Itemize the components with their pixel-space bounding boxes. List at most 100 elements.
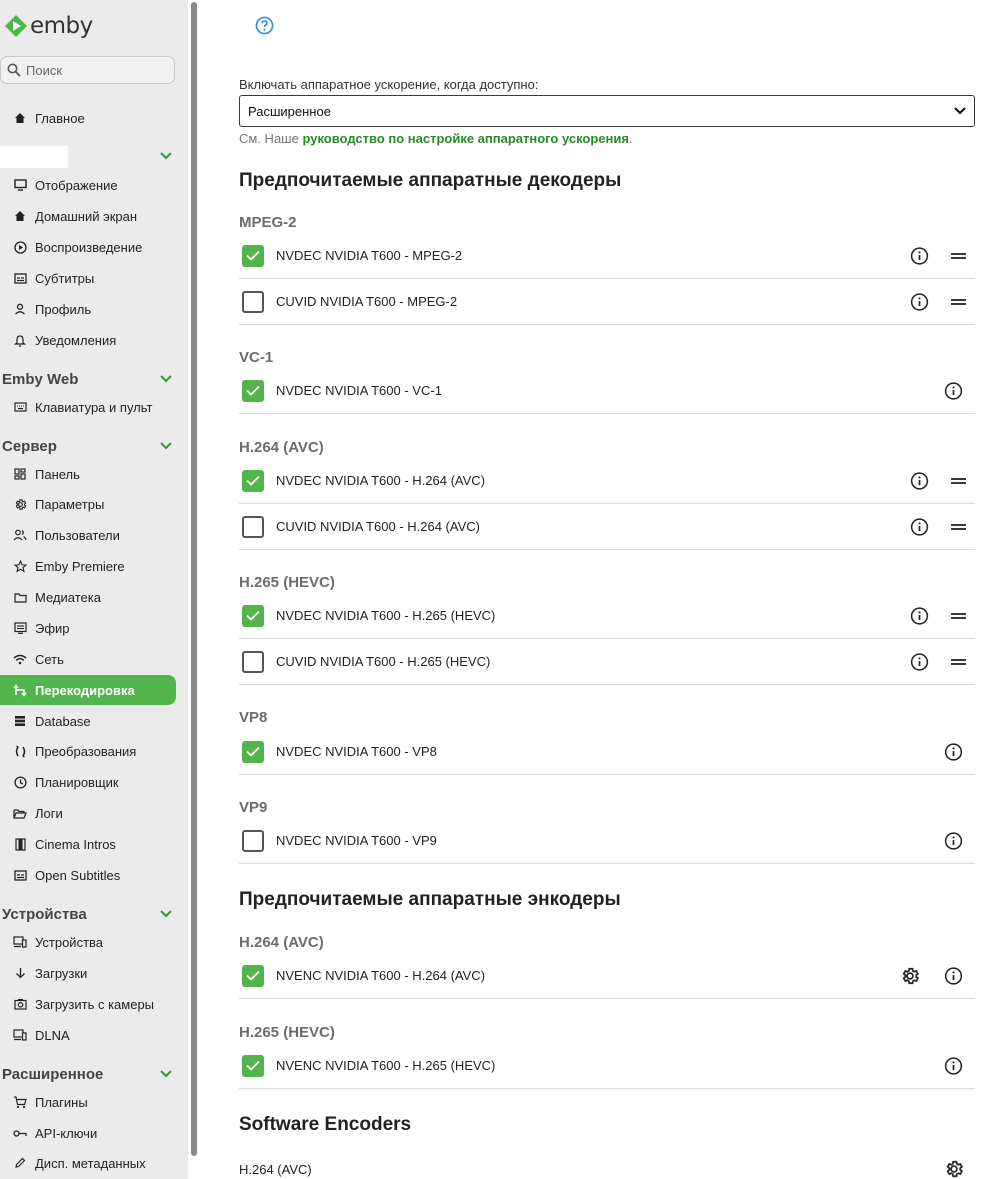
drag-handle[interactable] [951, 612, 966, 620]
decoder-label: NVDEC NVIDIA T600 - H.265 (HEVC) [276, 608, 496, 623]
sidebar-item-downloads[interactable]: Загрузки [0, 958, 176, 988]
sidebar-item-settings[interactable]: Параметры [0, 489, 176, 519]
sidebar-item-logs[interactable]: Логи [0, 798, 176, 828]
info-button[interactable] [910, 246, 929, 265]
sidebar-scrollbar-thumb[interactable] [191, 2, 197, 1156]
user-name-block [0, 146, 68, 168]
section-devices[interactable]: Устройства [2, 902, 174, 926]
info-button[interactable] [944, 831, 963, 850]
decoder-checkbox[interactable] [242, 650, 264, 673]
encoder-checkbox[interactable] [242, 1054, 264, 1077]
drag-handle[interactable] [951, 477, 966, 485]
section-emby-web[interactable]: Emby Web [2, 367, 174, 391]
info-button[interactable] [944, 1056, 963, 1075]
info-icon [910, 471, 929, 490]
codec-heading: VP8 [239, 709, 268, 726]
sidebar-item-display[interactable]: Отображение [0, 170, 176, 200]
sidebar-item-live-tv[interactable]: Эфир [0, 613, 176, 643]
sidebar-item-label: Субтитры [35, 270, 95, 286]
emby-logo-icon [5, 15, 27, 37]
sidebar-item-conversions[interactable]: Преобразования [0, 736, 176, 766]
search-icon [7, 63, 21, 77]
decoder-row: NVDEC NVIDIA T600 - H.264 (AVC) [239, 458, 975, 504]
sidebar-item-plugins[interactable]: Плагины [0, 1087, 176, 1117]
sidebar-item-camera-upload[interactable]: Загрузить с камеры [0, 989, 176, 1019]
decoder-row: NVDEC NVIDIA T600 - VC-1 [239, 368, 975, 414]
encoder-row: NVENC NVIDIA T600 - H.264 (AVC) [239, 953, 975, 999]
play-circle-icon [13, 240, 27, 254]
decoder-checkbox[interactable] [242, 244, 264, 267]
info-button[interactable] [944, 966, 963, 985]
drag-handle[interactable] [951, 523, 966, 531]
sidebar-item-scheduler[interactable]: Планировщик [0, 767, 176, 797]
database-icon [13, 714, 27, 728]
sidebar-item-home-screen[interactable]: Домашний экран [0, 201, 176, 231]
decoder-checkbox[interactable] [242, 604, 264, 627]
section-title: Расширенное [2, 1065, 104, 1083]
decoder-checkbox[interactable] [242, 740, 264, 763]
clock-icon [13, 775, 27, 789]
home-icon [13, 111, 27, 125]
sidebar-item-playback[interactable]: Воспроизведение [0, 232, 176, 262]
sidebar-item-label: Эфир [35, 620, 70, 636]
sidebar-item-label: DLNA [35, 1027, 70, 1043]
sidebar-item-keyboard[interactable]: Клавиатура и пульт [0, 392, 176, 422]
hw-accel-select[interactable]: Расширенное [239, 95, 975, 127]
sidebar-item-profile[interactable]: Профиль [0, 294, 176, 324]
sidebar-item-label: Домашний экран [35, 208, 138, 224]
emby-logo[interactable]: emby [4, 12, 93, 40]
section-advanced[interactable]: Расширенное [2, 1062, 174, 1086]
drag-handle[interactable] [951, 252, 966, 260]
sidebar-item-devices[interactable]: Устройства [0, 927, 176, 957]
sidebar-item-metadata-manager[interactable]: Дисп. метаданных [0, 1148, 176, 1178]
help-button[interactable] [255, 16, 274, 40]
camera-icon [13, 997, 27, 1011]
sidebar-item-users[interactable]: Пользователи [0, 520, 176, 550]
sidebar-item-home[interactable]: Главное [0, 103, 176, 133]
search-input[interactable]: Поиск [0, 56, 175, 84]
info-icon [910, 292, 929, 311]
drag-handle[interactable] [951, 658, 966, 666]
decoder-checkbox[interactable] [242, 469, 264, 492]
encoder-settings-button[interactable] [900, 966, 920, 986]
hw-accel-label: Включать аппаратное ускорение, когда дос… [239, 77, 539, 92]
info-icon [944, 381, 963, 400]
encoder-label: NVENC NVIDIA T600 - H.265 (HEVC) [276, 1058, 496, 1073]
decoder-checkbox[interactable] [242, 515, 264, 538]
sidebar-item-notifications[interactable]: Уведомления [0, 325, 176, 355]
hw-accel-guide-link[interactable]: руководство по настройке аппаратного уск… [302, 131, 629, 146]
sidebar-item-open-subtitles[interactable]: Open Subtitles [0, 860, 176, 890]
sidebar-item-dashboard[interactable]: Панель [0, 459, 176, 489]
info-button[interactable] [910, 292, 929, 311]
info-button[interactable] [910, 471, 929, 490]
sidebar-item-api-keys[interactable]: API-ключи [0, 1118, 176, 1148]
encoder-checkbox[interactable] [242, 964, 264, 987]
info-button[interactable] [910, 652, 929, 671]
software-encoder-settings-button[interactable] [944, 1159, 964, 1179]
info-button[interactable] [910, 606, 929, 625]
user-section-toggle[interactable] [148, 144, 174, 168]
sidebar-item-cinema-intros[interactable]: Cinema Intros [0, 829, 176, 859]
chevron-down-icon [160, 442, 172, 450]
drag-handle[interactable] [951, 298, 966, 306]
sidebar-item-network[interactable]: Сеть [0, 644, 176, 674]
info-button[interactable] [944, 742, 963, 761]
sidebar-item-label: Параметры [35, 496, 105, 512]
section-server[interactable]: Сервер [2, 434, 174, 458]
sidebar-item-database[interactable]: Database [0, 706, 176, 736]
sidebar-item-dlna[interactable]: DLNA [0, 1020, 176, 1050]
sidebar-item-subtitles[interactable]: Субтитры [0, 263, 176, 293]
sidebar-item-library[interactable]: Медиатека [0, 582, 176, 612]
decoder-checkbox[interactable] [242, 829, 264, 852]
drag-handle-icon [951, 298, 966, 305]
info-icon [910, 652, 929, 671]
sidebar-item-transcoding[interactable]: Перекодировка [0, 675, 176, 705]
sidebar-item-label: Отображение [35, 177, 118, 193]
decoder-checkbox[interactable] [242, 379, 264, 402]
info-icon [944, 966, 963, 985]
decoder-checkbox[interactable] [242, 290, 264, 313]
info-button[interactable] [944, 381, 963, 400]
info-button[interactable] [910, 517, 929, 536]
check-icon [246, 250, 260, 261]
sidebar-item-emby-premiere[interactable]: Emby Premiere [0, 551, 176, 581]
